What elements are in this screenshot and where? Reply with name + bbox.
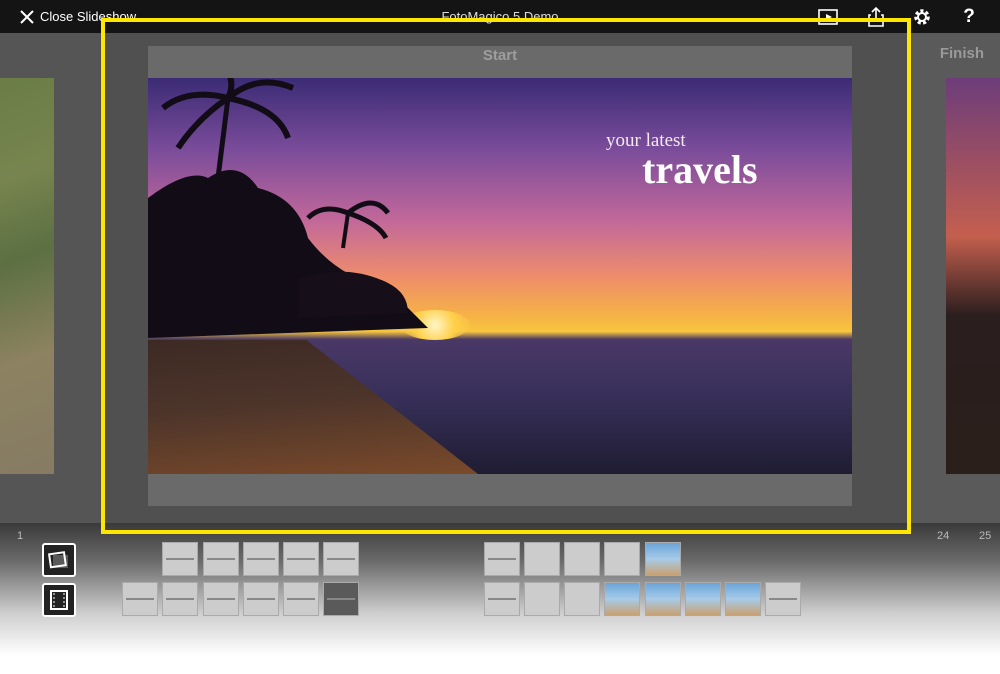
help-button[interactable]: ? <box>957 5 981 29</box>
share-button[interactable] <box>864 5 888 29</box>
timeline-thumbnail[interactable] <box>323 542 359 576</box>
track-number: 25 <box>979 530 992 542</box>
timeline-photo-thumbnail[interactable] <box>645 582 681 616</box>
start-slide-label: Start <box>148 46 852 79</box>
timeline-thumbnail[interactable] <box>283 582 319 616</box>
help-icon: ? <box>963 6 975 27</box>
video-tool-button[interactable] <box>42 583 76 617</box>
timeline-thumbnail[interactable] <box>484 542 520 576</box>
timeline-thumbnail[interactable] <box>524 542 560 576</box>
timeline-photo-thumbnail[interactable] <box>604 582 640 616</box>
timeline-thumbnail[interactable] <box>564 582 600 616</box>
top-bar: Close Slideshow FotoMagico 5 Demo ? <box>0 0 1000 33</box>
film-strip-icon <box>50 590 68 610</box>
settings-button[interactable] <box>910 5 934 29</box>
title-overlay-line2[interactable]: travels <box>642 146 758 193</box>
track-number: 24 <box>937 530 950 542</box>
timeline-photo-thumbnail[interactable] <box>645 542 681 576</box>
play-preview-button[interactable] <box>816 5 840 29</box>
timeline-thumbnail[interactable] <box>604 542 640 576</box>
timeline-photo-thumbnail[interactable] <box>685 582 721 616</box>
close-slideshow-label: Close Slideshow <box>40 9 137 24</box>
timeline-thumbnail[interactable] <box>243 582 279 616</box>
timeline-thumbnail[interactable] <box>203 542 239 576</box>
timeline-thumbnail[interactable] <box>162 542 198 576</box>
close-slideshow-button[interactable]: Close Slideshow <box>20 0 136 33</box>
timeline-thumbnail[interactable] <box>243 542 279 576</box>
previous-slide-overlay <box>0 33 100 523</box>
timeline-thumbnail[interactable] <box>323 582 359 616</box>
timeline-thumbnail[interactable] <box>203 582 239 616</box>
next-slide-thumbnail[interactable] <box>946 78 1000 474</box>
share-icon <box>868 6 884 27</box>
track-number: 1 <box>17 530 24 542</box>
layers-icon <box>47 551 68 569</box>
timeline-photo-thumbnail[interactable] <box>725 582 761 616</box>
gear-icon <box>914 9 930 25</box>
timeline-thumbnail[interactable] <box>484 582 520 616</box>
timeline-thumbnail[interactable] <box>524 582 560 616</box>
timeline-thumbnail[interactable] <box>564 542 600 576</box>
timeline-thumbnail[interactable] <box>283 542 319 576</box>
finish-slide-label: Finish <box>939 45 984 62</box>
play-preview-icon <box>818 9 838 25</box>
timeline-thumbnail[interactable] <box>765 582 801 616</box>
app-title: FotoMagico 5 Demo <box>441 9 559 24</box>
timeline-thumbnail[interactable] <box>122 582 158 616</box>
timeline-thumbnail[interactable] <box>162 582 198 616</box>
close-x-icon <box>20 9 34 24</box>
slide-layer-tool-button[interactable] <box>42 543 76 577</box>
